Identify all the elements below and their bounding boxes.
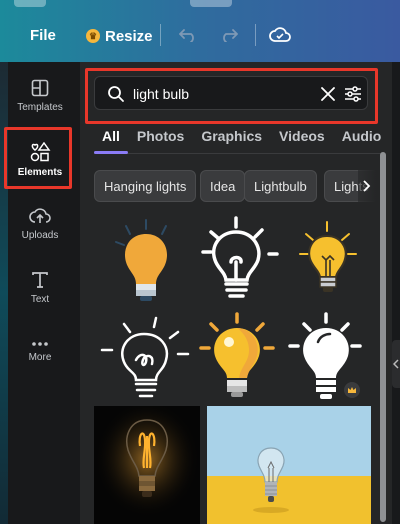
- tab-all[interactable]: All: [102, 128, 120, 144]
- search-input[interactable]: light bulb: [133, 86, 189, 102]
- graphic-bulb-white[interactable]: [282, 310, 382, 405]
- rail-item-label: Templates: [17, 102, 63, 113]
- tab-bar: All Photos Graphics Videos Audio: [102, 128, 398, 144]
- rail-item-elements[interactable]: Elements: [8, 130, 72, 190]
- elements-icon: [30, 142, 51, 162]
- tab-graphics[interactable]: Graphics: [201, 128, 262, 144]
- rail-item-label: Uploads: [21, 230, 59, 241]
- resize-button[interactable]: ♛ Resize: [86, 23, 153, 49]
- graphic-bulb-orange[interactable]: [96, 212, 196, 307]
- canvas-edge: [0, 62, 8, 524]
- rail-item-label: Text: [30, 294, 50, 305]
- undo-icon[interactable]: [177, 24, 199, 46]
- chip-lightbulb[interactable]: Lightbulb: [244, 170, 317, 202]
- rail-item-label: More: [28, 352, 52, 363]
- upload-icon: [29, 208, 51, 223]
- menu-peek: [14, 0, 46, 7]
- top-toolbar: [0, 0, 400, 62]
- toolbar-divider: [160, 24, 161, 46]
- photo-filament-bulb[interactable]: [94, 406, 200, 524]
- resize-label: Resize: [105, 27, 153, 45]
- chip-hanging-lights[interactable]: Hanging lights: [94, 170, 197, 202]
- search-icon: [108, 86, 124, 102]
- panel-scrollbar[interactable]: [380, 152, 386, 522]
- templates-icon: [31, 79, 49, 97]
- file-menu-button[interactable]: File: [30, 27, 56, 44]
- chip-idea[interactable]: Idea: [200, 170, 246, 202]
- rail-item-uploads[interactable]: Uploads: [8, 194, 72, 254]
- more-icon: [32, 342, 48, 346]
- tab-active-indicator: [94, 151, 128, 154]
- tab-audio[interactable]: Audio: [342, 128, 382, 144]
- collapse-panel-button[interactable]: [392, 340, 400, 388]
- graphic-bulb-outline[interactable]: [189, 212, 289, 307]
- rail-item-label: Elements: [17, 167, 63, 178]
- search-bar[interactable]: light bulb: [94, 76, 368, 110]
- photo-bulb-blue-yellow[interactable]: [207, 406, 371, 524]
- filter-icon[interactable]: [344, 85, 362, 103]
- chevron-right-icon[interactable]: [358, 170, 376, 202]
- rail-item-text[interactable]: Text: [8, 258, 72, 318]
- rail-item-more[interactable]: More: [8, 322, 72, 382]
- clear-icon[interactable]: [321, 87, 335, 101]
- graphic-bulb-yellow[interactable]: [282, 212, 382, 307]
- cloud-sync-icon[interactable]: [269, 24, 291, 46]
- tab-divider: [94, 153, 384, 154]
- redo-icon[interactable]: [218, 24, 240, 46]
- text-icon: [32, 272, 48, 288]
- graphic-bulb-glow[interactable]: [189, 310, 289, 405]
- tab-videos[interactable]: Videos: [279, 128, 325, 144]
- premium-crown-icon: [344, 382, 360, 398]
- toolbar-divider: [255, 24, 256, 46]
- suggestion-chips: Hanging lights Idea Lightbulb Lights: [94, 170, 376, 202]
- rail-item-templates[interactable]: Templates: [8, 66, 72, 126]
- graphic-bulb-sketch[interactable]: [96, 310, 196, 405]
- tab-photos[interactable]: Photos: [137, 128, 184, 144]
- crown-icon: ♛: [86, 29, 100, 43]
- chevron-left-icon: [393, 359, 399, 369]
- menu-peek: [190, 0, 232, 7]
